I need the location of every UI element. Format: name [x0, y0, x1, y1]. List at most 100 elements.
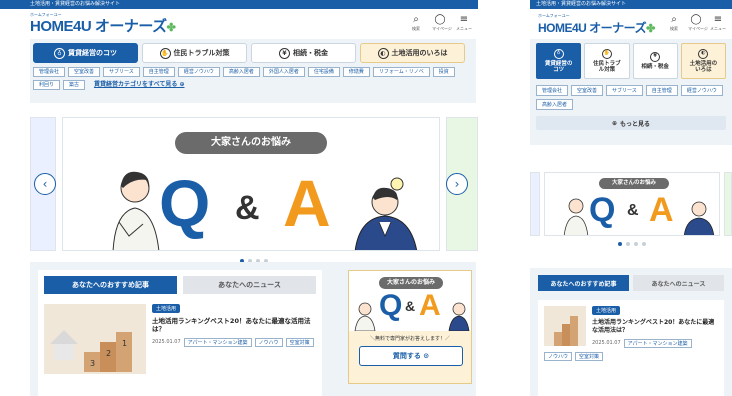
carousel-dot[interactable] [618, 242, 622, 246]
carousel-dot[interactable] [634, 242, 638, 246]
landlord-small-illustration [448, 302, 470, 331]
chip[interactable]: 高齢入居者 [536, 99, 574, 110]
see-all-categories-link[interactable]: 賃貸経営カテゴリをすべて見る ⊕ [94, 80, 184, 90]
chip[interactable]: リフォーム・リノベ [372, 67, 430, 77]
chip[interactable]: 経営ノウハウ [177, 67, 220, 77]
yen-icon: ¥ [650, 51, 661, 62]
clover-icon: ✤ [646, 23, 655, 35]
category-nav: ♁ 賃貸経営の コツ ✋ 住民トラブ ル対策 ¥ 相続・税金 ◐ 土地活用の いろは 管… [530, 39, 732, 145]
chip[interactable]: 高齢入居者 [222, 67, 260, 77]
site-logo[interactable]: ホームフォーユー HOME4U オーナーズ✤ [30, 13, 176, 35]
desktop-view: 土地活用・賃貸経営のお悩み解決サイト ホームフォーユー HOME4U オーナーズ… [0, 0, 478, 396]
tab-recommended-articles[interactable]: あなたへのおすすめ記事 [44, 276, 177, 294]
chip[interactable]: 外国人入居者 [262, 67, 305, 77]
site-header: ホームフォーユー HOME4U オーナーズ✤ ⌕ 検索 ◯ マイページ ≡ メニュー [530, 9, 732, 39]
tab-rental-tips[interactable]: ♁ 賃貸経営のコツ [33, 43, 138, 63]
carousel-dot[interactable] [642, 242, 646, 246]
qa-letter-a: A [283, 166, 331, 240]
article-tag[interactable]: ノウハウ [254, 337, 283, 347]
landlady-illustration [112, 171, 160, 250]
tab-news-for-you[interactable]: あなたへのニュース [183, 276, 316, 294]
article-thumbnail [544, 306, 586, 346]
tab-land-use[interactable]: ◐ 土地活用の いろは [680, 43, 726, 79]
tab-recommended-articles[interactable]: あなたへのおすすめ記事 [538, 275, 629, 291]
search-icon[interactable]: ⌕ 検索 [666, 14, 682, 31]
logo-text: HOME4U オーナーズ✤ [30, 18, 176, 35]
chip[interactable]: 築古 [63, 80, 86, 90]
chip[interactable]: 利回り [33, 80, 61, 90]
house-icon: ♁ [553, 48, 564, 59]
article-tag[interactable]: アパート・マンション建築 [183, 337, 252, 347]
chip[interactable]: 管理会社 [536, 85, 569, 96]
carousel-prev-button[interactable]: ‹ [34, 173, 56, 195]
logo-subtitle: ホームフォーユー [538, 13, 570, 18]
article-title[interactable]: 土地活用ランキングベスト20！あなたに最適な活用法は？ [152, 317, 316, 334]
tab-resident-trouble[interactable]: ✋ 住民トラブル対策 [142, 43, 247, 63]
menu-icon[interactable]: ≡ メニュー [710, 14, 726, 31]
landlady-small-illustration [354, 302, 376, 331]
chip[interactable]: 自主管理 [142, 67, 175, 77]
landlord-illustration [683, 201, 715, 235]
next-slide-peek[interactable] [724, 172, 732, 236]
article-tag[interactable]: 空室対策 [285, 337, 314, 347]
carousel-next-button[interactable]: › [446, 173, 468, 195]
carousel-dots [618, 242, 646, 246]
prev-slide-peek[interactable] [530, 172, 540, 236]
chip[interactable]: 経営ノウハウ [680, 85, 723, 96]
chip[interactable]: 空室改善 [571, 85, 604, 96]
chip[interactable]: 住宅設備 [307, 67, 340, 77]
article-tag[interactable]: ノウハウ [544, 351, 573, 361]
chip[interactable]: 投資 [432, 67, 455, 77]
lower-section: あなたへのおすすめ記事 あなたへのニュース 土地活用 土地活用ランキングベスト2… [530, 268, 732, 396]
hero-carousel: 大家さんのお悩み Q & A ‹ › [0, 117, 478, 269]
ask-question-button[interactable]: 質問する ⊙ [359, 346, 463, 366]
qa-banner-slide[interactable]: 大家さんのお悩み Q & A [544, 172, 720, 236]
article-tag[interactable]: アパート・マンション建築 [623, 338, 692, 348]
qa-card-amp: & [405, 298, 416, 314]
tab-resident-trouble[interactable]: ✋ 住民トラブ ル対策 [584, 43, 630, 79]
chip[interactable]: 修繕費 [342, 67, 370, 77]
article-card[interactable]: 3 2 1 土地活用 土地活用ランキングベスト20！あなたに最適な活用法は？ 2… [38, 300, 322, 378]
category-nav: ♁ 賃貸経営のコツ ✋ 住民トラブル対策 ¥ 相続・税金 ◐ 土地活用のいろは 管理会社… [30, 39, 476, 103]
chip[interactable]: 管理会社 [33, 67, 66, 77]
chip[interactable]: サブリース [103, 67, 140, 77]
yen-icon: ¥ [279, 47, 290, 59]
article-tag[interactable]: 空室対策 [575, 351, 604, 361]
qa-ampersand: & [627, 202, 639, 219]
svg-text:2: 2 [106, 349, 111, 358]
user-icon[interactable]: ◯ マイページ [688, 14, 708, 31]
qa-banner-bubble: 大家さんのお悩み [599, 178, 669, 189]
qa-sidebar-card: 大家さんのお悩み Q & A ＼無料で専門家がお答えします！／ 質問する ⊙ [348, 270, 472, 384]
chip[interactable]: サブリース [606, 85, 643, 96]
plus-circle-icon: ⊕ [611, 119, 617, 127]
tab-news-for-you[interactable]: あなたへのニュース [633, 275, 724, 291]
site-tagline: 土地活用・賃貸経営のお悩み解決サイト [530, 0, 732, 9]
tab-rental-tips[interactable]: ♁ 賃貸経営の コツ [536, 43, 582, 79]
chip[interactable]: 自主管理 [645, 85, 678, 96]
qa-letter-q: Q [159, 166, 211, 240]
hand-icon: ✋ [601, 48, 612, 59]
carousel-dot[interactable] [626, 242, 630, 246]
qa-banner-bubble: 大家さんのお悩み [175, 132, 327, 154]
chip[interactable]: 空室改善 [68, 67, 101, 77]
qa-card-a: A [419, 289, 441, 322]
article-title[interactable]: 土地活用ランキングベスト20！あなたに最適な活用法は？ [592, 319, 718, 335]
show-more-button[interactable]: ⊕ もっと見る [536, 116, 726, 130]
tab-inheritance-tax[interactable]: ¥ 相続・税金 [632, 43, 678, 79]
search-icon[interactable]: ⌕ 検索 [408, 14, 424, 31]
article-thumbnail: 3 2 1 [44, 304, 146, 374]
tab-inheritance-tax[interactable]: ¥ 相続・税金 [251, 43, 356, 63]
menu-icon[interactable]: ≡ メニュー [456, 14, 472, 31]
article-card[interactable]: 土地活用 土地活用ランキングベスト20！あなたに最適な活用法は？ 2025.01… [538, 300, 724, 396]
landlord-illustration [354, 177, 418, 250]
qa-card-q: Q [379, 289, 403, 322]
tab-land-use[interactable]: ◐ 土地活用のいろは [360, 43, 465, 63]
user-icon[interactable]: ◯ マイページ [432, 14, 452, 31]
qa-banner-slide[interactable]: 大家さんのお悩み Q & A [62, 117, 440, 251]
site-header: ホームフォーユー HOME4U オーナーズ✤ ⌕ 検索 ◯ マイページ ≡ メニュー [0, 9, 478, 39]
clover-icon: ✤ [166, 22, 176, 34]
article-date: 2025.01.07 [592, 340, 621, 347]
article-category-badge: 土地活用 [592, 306, 621, 315]
site-logo[interactable]: ホームフォーユー HOME4U オーナーズ✤ [538, 14, 655, 35]
category-chips: 管理会社 空室改善 サブリース 自主管理 経営ノウハウ 高齢入居者 [536, 85, 726, 110]
